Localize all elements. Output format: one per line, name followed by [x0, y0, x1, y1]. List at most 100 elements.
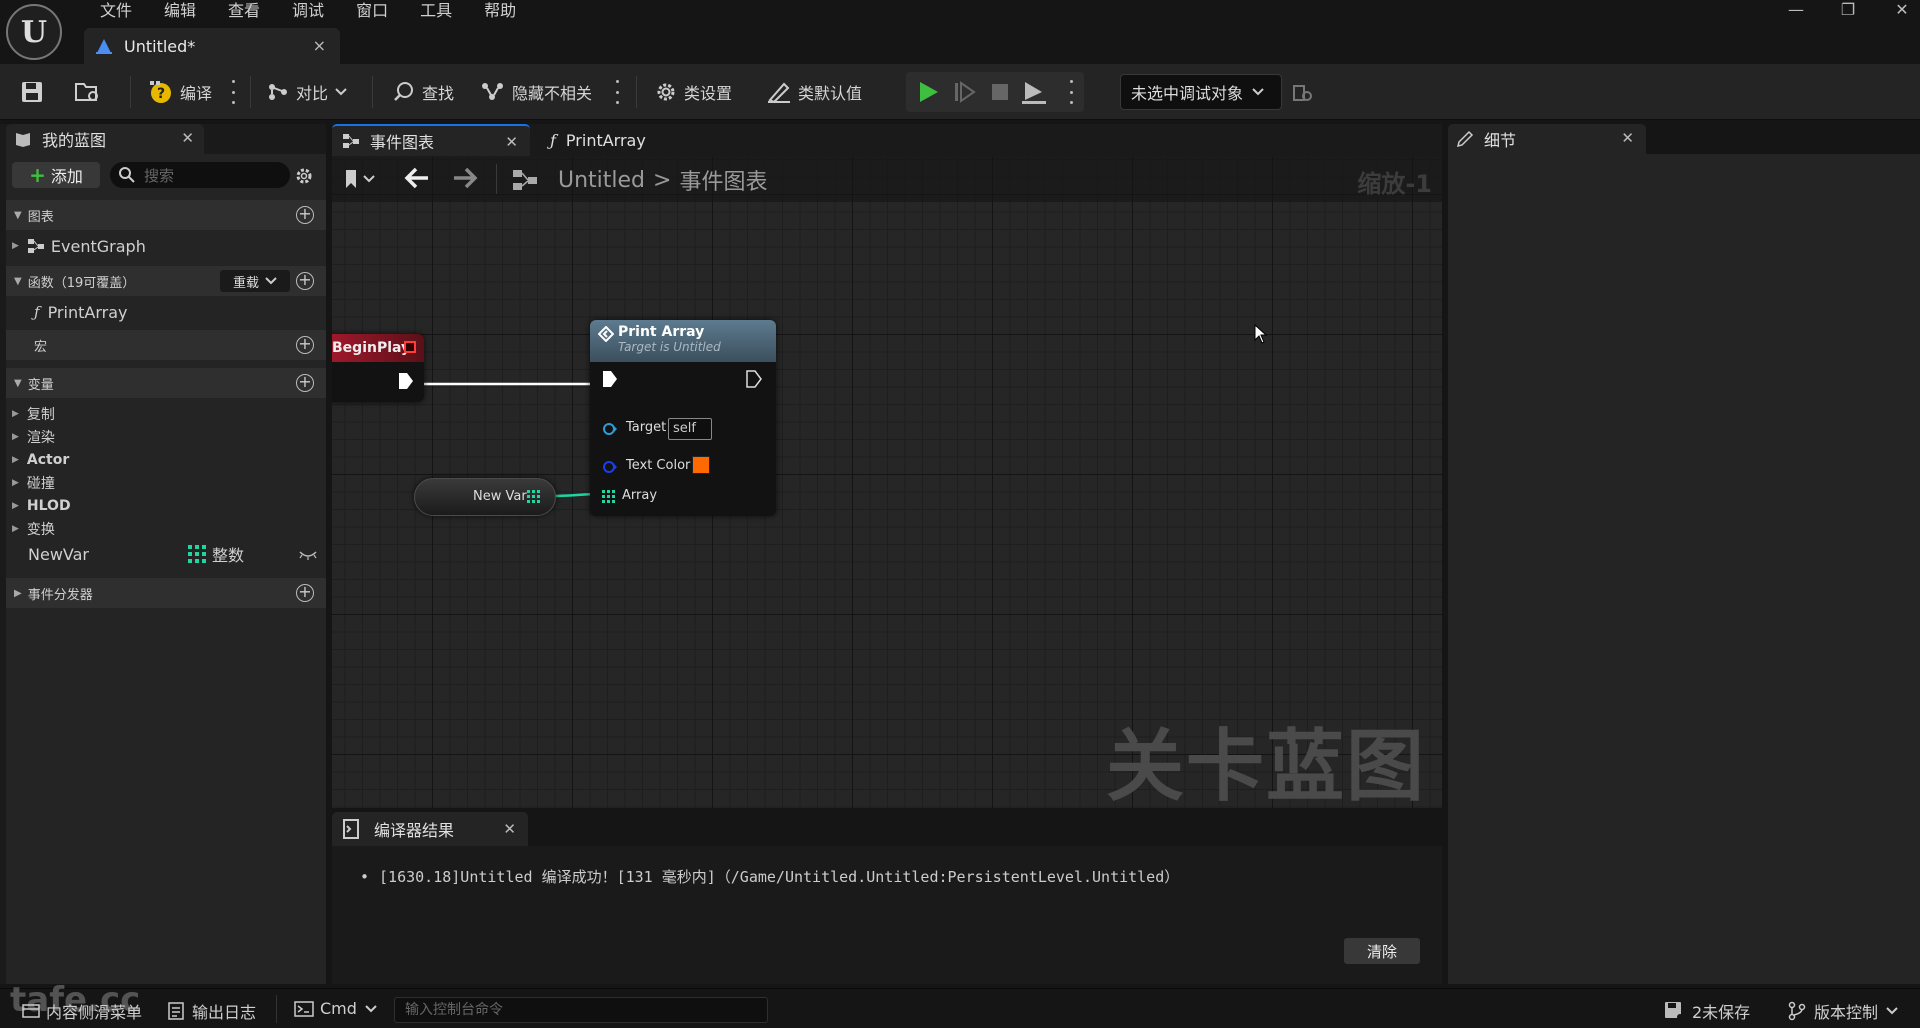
- restore-icon[interactable]: ❐: [1838, 0, 1858, 19]
- variable-category-actor[interactable]: ▶ Actor: [6, 448, 326, 472]
- event-graph-icon: [343, 134, 359, 148]
- compiler-results-tab[interactable]: 编译器结果 ✕: [332, 812, 528, 846]
- eye-closed-icon[interactable]: [298, 548, 318, 560]
- my-blueprint-tab[interactable]: 我的蓝图 ✕: [6, 124, 204, 154]
- category-label: 渲染: [26, 430, 55, 446]
- add-function-icon[interactable]: +: [296, 272, 314, 290]
- resume-icon[interactable]: [952, 80, 976, 104]
- tab-printarray[interactable]: ƒ PrintArray: [540, 124, 730, 156]
- add-variable-icon[interactable]: +: [296, 374, 314, 392]
- section-event-dispatchers[interactable]: ▶ 事件分发器 +: [6, 578, 326, 608]
- menu-view[interactable]: 查看: [212, 0, 276, 22]
- details-pencil-icon: [1456, 130, 1474, 148]
- search-input[interactable]: 搜索: [110, 162, 290, 188]
- section-functions[interactable]: ▼ 函数（19可覆盖） 重载 +: [6, 266, 326, 296]
- menu-debug[interactable]: 调试: [276, 0, 340, 22]
- find-button[interactable]: 查找: [392, 78, 454, 106]
- class-defaults-icon: [768, 82, 790, 104]
- close-icon[interactable]: ✕: [1621, 129, 1634, 147]
- list-item-printarray[interactable]: ƒ PrintArray: [6, 300, 326, 324]
- settings-gear-icon[interactable]: [294, 166, 314, 186]
- find-options-icon[interactable]: [614, 80, 620, 104]
- graph-type-watermark: 关卡蓝图: [1105, 722, 1426, 808]
- debug-browse-icon[interactable]: [1292, 82, 1314, 104]
- close-icon[interactable]: ✕: [505, 133, 518, 151]
- array-pin-icon[interactable]: [602, 490, 616, 504]
- my-blueprint-body: + 添加 搜索 ▼ 图表 + ▶ EventGraph ▼ 函数（19可覆盖） …: [6, 154, 326, 984]
- variable-category-rendering[interactable]: ▶ 渲染: [6, 425, 326, 449]
- tab-event-graph[interactable]: 事件图表 ✕: [332, 124, 530, 156]
- document-tab[interactable]: Untitled* ×: [84, 28, 340, 64]
- category-label: Actor: [26, 452, 70, 468]
- override-dropdown[interactable]: 重载: [220, 270, 290, 292]
- node-print-array[interactable]: Print Array Target is Untitled Target se…: [590, 320, 776, 516]
- menu-help[interactable]: 帮助: [468, 0, 532, 22]
- blueprint-graph-canvas[interactable]: Untitled > 事件图表 缩放-1 BeginPlay Print Arr…: [332, 156, 1442, 808]
- close-icon[interactable]: ✕: [181, 129, 194, 147]
- add-macro-icon[interactable]: +: [296, 336, 314, 354]
- menu-edit[interactable]: 编辑: [148, 0, 212, 22]
- variable-category-replication[interactable]: ▶ 复制: [6, 402, 326, 426]
- save-icon[interactable]: [20, 80, 44, 104]
- menu-file[interactable]: 文件: [84, 0, 148, 22]
- debug-object-select[interactable]: 未选中调试对象: [1120, 74, 1282, 110]
- section-graphs[interactable]: ▼ 图表 +: [6, 200, 326, 230]
- array-pin-icon[interactable]: [527, 490, 541, 504]
- terminal-icon: [294, 1000, 314, 1017]
- add-graph-icon[interactable]: +: [296, 206, 314, 224]
- variable-category-collision[interactable]: ▶ 碰撞: [6, 471, 326, 495]
- cmd-dropdown[interactable]: Cmd: [294, 999, 377, 1018]
- node-subtitle: Target is Untitled: [618, 340, 721, 354]
- section-variables[interactable]: ▼ 变量 +: [6, 368, 326, 398]
- compile-options-icon[interactable]: [230, 80, 236, 104]
- play-icon[interactable]: [916, 80, 940, 104]
- browse-asset-icon[interactable]: [74, 80, 102, 104]
- section-macros[interactable]: 宏 +: [6, 330, 326, 360]
- add-button[interactable]: + 添加: [12, 162, 100, 188]
- details-panel-body: [1448, 154, 1920, 984]
- source-control-button[interactable]: 版本控制: [1788, 999, 1898, 1023]
- exec-input-pin-icon[interactable]: [602, 370, 618, 388]
- node-variable-get-newvar[interactable]: New Var: [414, 478, 556, 516]
- search-placeholder: 搜索: [144, 166, 175, 185]
- target-self-input[interactable]: self: [668, 418, 712, 440]
- diff-button[interactable]: 对比: [266, 78, 354, 106]
- console-command-input[interactable]: 输入控制台命令: [394, 997, 768, 1023]
- event-graph-icon: [27, 239, 44, 253]
- node-title: Print Array: [618, 324, 705, 340]
- array-grid-icon: [188, 545, 206, 563]
- menu-tools[interactable]: 工具: [404, 0, 468, 22]
- menu-window[interactable]: 窗口: [340, 0, 404, 22]
- unreal-logo-icon[interactable]: U: [6, 4, 62, 60]
- clear-button[interactable]: 清除: [1344, 938, 1420, 964]
- compiler-message[interactable]: • [1630.18]Untitled 编译成功！[131 毫秒内]（/Game/…: [360, 866, 1179, 887]
- expand-triangle-icon: ▶: [12, 478, 19, 488]
- list-item-eventgraph[interactable]: ▶ EventGraph: [6, 234, 326, 258]
- hide-unrelated-button[interactable]: 隐藏不相关: [480, 78, 592, 106]
- play-controls: [906, 72, 1084, 112]
- close-icon[interactable]: ×: [313, 36, 326, 55]
- class-settings-button[interactable]: 类设置: [654, 78, 732, 106]
- variable-category-transform[interactable]: ▶ 变换: [6, 517, 326, 541]
- stop-icon[interactable]: [988, 80, 1012, 104]
- unsaved-button[interactable]: 2未保存: [1664, 999, 1750, 1023]
- play-options-icon[interactable]: [1068, 80, 1074, 104]
- object-pin-icon[interactable]: [602, 422, 618, 436]
- details-tab[interactable]: 细节 ✕: [1448, 124, 1646, 154]
- minimize-icon[interactable]: —: [1786, 0, 1806, 19]
- svg-text:?: ?: [157, 86, 165, 102]
- output-log-button[interactable]: 输出日志: [168, 999, 256, 1023]
- struct-pin-icon[interactable]: [602, 460, 618, 474]
- exec-output-pin-icon[interactable]: [398, 372, 414, 390]
- eject-icon[interactable]: [1020, 80, 1048, 104]
- close-icon[interactable]: ✕: [503, 820, 516, 838]
- node-event-beginplay[interactable]: BeginPlay: [332, 334, 424, 402]
- exec-output-pin-icon[interactable]: [746, 370, 762, 388]
- class-defaults-button[interactable]: 类默认值: [766, 78, 862, 106]
- variable-category-hlod[interactable]: ▶ HLOD: [6, 494, 326, 518]
- window-close-icon[interactable]: ✕: [1892, 0, 1912, 19]
- add-event-dispatcher-icon[interactable]: +: [296, 584, 314, 602]
- variable-item-newvar[interactable]: NewVar 整数: [6, 542, 326, 566]
- text-color-swatch[interactable]: [692, 456, 710, 474]
- compile-button[interactable]: ? 编译: [148, 78, 212, 106]
